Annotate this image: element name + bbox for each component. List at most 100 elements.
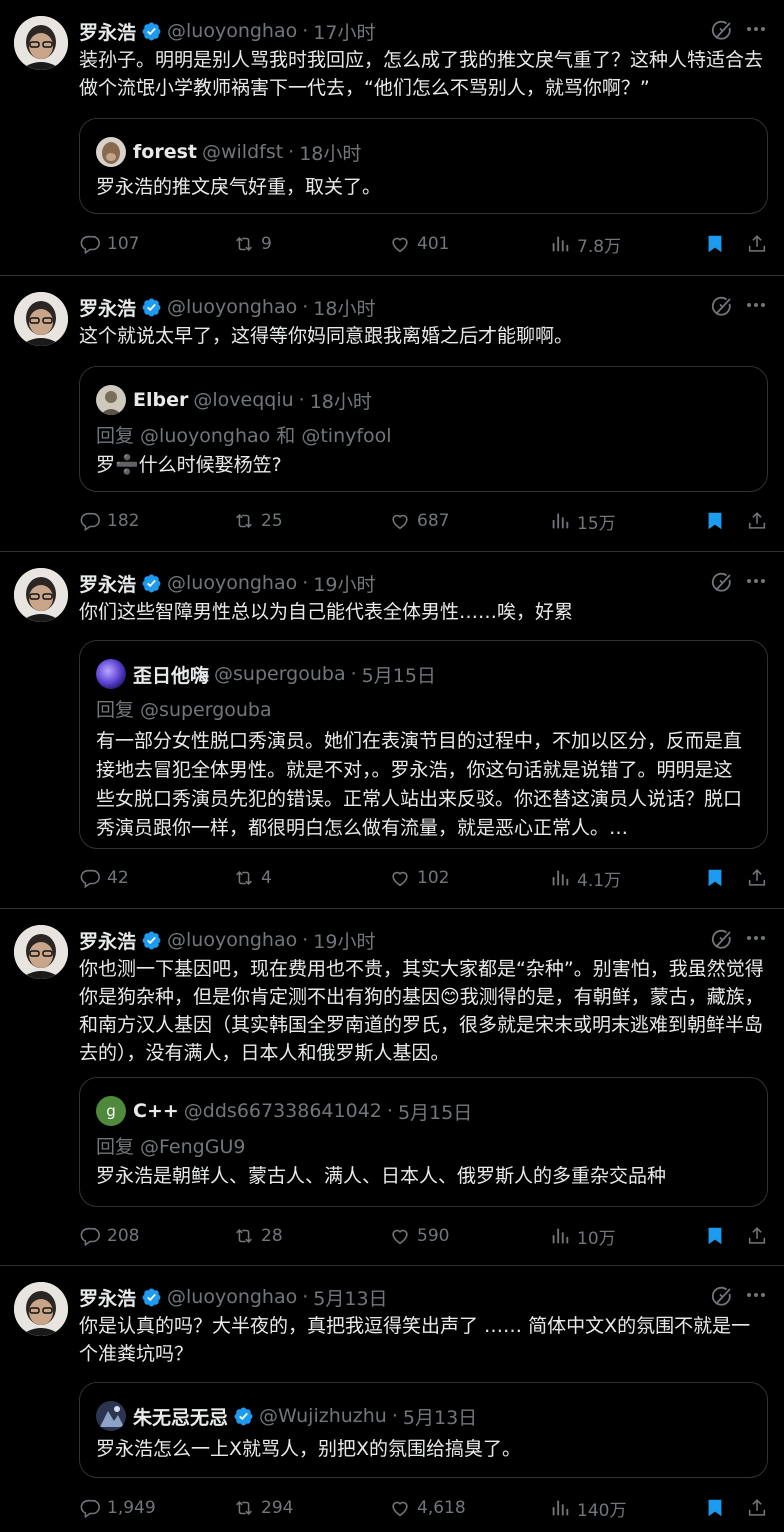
views-icon <box>552 236 569 252</box>
quote-author-handle: @wildfst <box>201 141 284 163</box>
more-icon[interactable] <box>744 1283 768 1307</box>
retweet-button[interactable]: 4 <box>233 863 272 893</box>
bookmark-icon <box>708 1227 722 1245</box>
views-button[interactable]: 15万 <box>549 506 616 536</box>
grok-icon[interactable] <box>710 571 734 595</box>
grok-icon[interactable] <box>710 19 734 43</box>
quote-avatar <box>96 1401 126 1431</box>
quote-author-name: forest <box>133 141 197 163</box>
like-button[interactable]: 401 <box>389 229 449 259</box>
bookmark-button[interactable] <box>704 1221 726 1251</box>
tweet[interactable]: 罗永浩 @luoyonghao · 5月13日 你是认真的吗？大半夜的，真把我逗… <box>0 1266 784 1532</box>
like-button[interactable]: 4,618 <box>389 1493 466 1523</box>
views-button[interactable]: 10万 <box>549 1221 616 1251</box>
views-button[interactable]: 7.8万 <box>549 229 621 259</box>
tweet[interactable]: 罗永浩 @luoyonghao · 18小时 这个就说太早了，这得等你妈同意跟我… <box>0 276 784 552</box>
svg-text:g: g <box>106 1102 116 1120</box>
quoted-tweet[interactable]: 歪日他嗨 @supergouba · 5月15日 回复 @supergouba … <box>79 640 768 849</box>
bookmark-icon <box>708 1499 722 1517</box>
retweet-button[interactable]: 28 <box>233 1221 283 1251</box>
retweet-button[interactable]: 294 <box>233 1493 293 1523</box>
quote-author-name: Elber <box>133 389 189 411</box>
share-button[interactable] <box>746 1221 768 1251</box>
views-button[interactable]: 4.1万 <box>549 863 621 893</box>
bookmark-button[interactable] <box>704 1493 726 1523</box>
heart-icon <box>392 1229 408 1245</box>
views-icon <box>552 513 569 529</box>
share-button[interactable] <box>746 229 768 259</box>
author-name[interactable]: 罗永浩 <box>79 570 136 597</box>
timestamp[interactable]: 17小时 <box>313 18 375 45</box>
quote-timestamp: 18小时 <box>299 142 362 165</box>
tweet-text: 你们这些智障男性总以为自己能代表全体男性……唉，好累 <box>79 601 574 623</box>
more-icon[interactable] <box>744 293 768 317</box>
separator-dot: · <box>350 663 357 685</box>
views-icon <box>552 870 569 886</box>
reply-button[interactable]: 107 <box>79 229 139 259</box>
quote-avatar: g <box>96 1096 126 1126</box>
grok-icon[interactable] <box>710 1285 734 1309</box>
author-handle[interactable]: @luoyonghao <box>167 929 297 951</box>
retweet-button[interactable]: 9 <box>233 229 272 259</box>
quoted-tweet[interactable]: g C++ @dds667338641042 · 5月15日 回复 @FengG… <box>79 1077 768 1207</box>
timestamp[interactable]: 19小时 <box>313 570 375 597</box>
retweet-button[interactable]: 25 <box>233 506 283 536</box>
share-button[interactable] <box>746 1493 768 1523</box>
like-button[interactable]: 590 <box>389 1221 449 1251</box>
timestamp[interactable]: 5月13日 <box>313 1284 387 1311</box>
quoted-tweet[interactable]: forest @wildfst · 18小时 罗永浩的推文戾气好重，取关了。 <box>79 118 768 214</box>
author-name[interactable]: 罗永浩 <box>79 1284 136 1311</box>
author-name[interactable]: 罗永浩 <box>79 18 136 45</box>
separator-dot: · <box>302 296 309 318</box>
retweet-icon <box>236 513 252 529</box>
author-handle[interactable]: @luoyonghao <box>167 296 297 318</box>
tweet[interactable]: 罗永浩 @luoyonghao · 19小时 你也测一下基因吧，现在费用也不贵，… <box>0 909 784 1266</box>
share-button[interactable] <box>746 863 768 893</box>
timestamp[interactable]: 19小时 <box>313 927 375 954</box>
reply-count: 42 <box>107 868 129 888</box>
tweet[interactable]: 罗永浩 @luoyonghao · 17小时 装孙子。明明是别人骂我时我回应，怎… <box>0 0 784 276</box>
more-icon[interactable] <box>744 569 768 593</box>
avatar[interactable] <box>14 1282 68 1336</box>
reply-button[interactable]: 208 <box>79 1221 139 1251</box>
retweet-icon <box>236 870 252 886</box>
quote-avatar <box>96 659 126 689</box>
quoted-tweet[interactable]: Elber @loveqqiu · 18小时 回复 @luoyonghao 和 … <box>79 366 768 492</box>
like-button[interactable]: 687 <box>389 506 449 536</box>
verified-badge-icon <box>141 1287 162 1308</box>
reply-button[interactable]: 1,949 <box>79 1493 156 1523</box>
bookmark-button[interactable] <box>704 863 726 893</box>
quoted-tweet[interactable]: 朱无忌无忌 @Wujizhuzhu · 5月13日 罗永浩怎么一上X就骂人，别把… <box>79 1382 768 1478</box>
avatar[interactable] <box>14 925 68 979</box>
reply-button[interactable]: 42 <box>79 863 129 893</box>
reply-icon <box>80 1227 100 1247</box>
reply-icon <box>80 1499 100 1519</box>
reply-button[interactable]: 182 <box>79 506 139 536</box>
tweet-text: 这个就说太早了，这得等你妈同意跟我离婚之后才能聊啊。 <box>79 325 574 347</box>
share-button[interactable] <box>746 506 768 536</box>
quote-reply-context: 回复 @supergouba <box>96 699 272 721</box>
bookmark-button[interactable] <box>704 229 726 259</box>
views-button[interactable]: 140万 <box>549 1493 626 1523</box>
avatar[interactable] <box>14 568 68 622</box>
tweet-text: 装孙子。明明是别人骂我时我回应，怎么成了我的推文戾气重了？这种人特适合去做个流氓… <box>79 49 764 99</box>
author-name[interactable]: 罗永浩 <box>79 294 136 321</box>
quote-author-name: 朱无忌无忌 <box>133 1406 229 1429</box>
avatar[interactable] <box>14 16 68 70</box>
author-handle[interactable]: @luoyonghao <box>167 20 297 42</box>
action-bar: 182 25 687 15万 <box>79 506 770 536</box>
tweet-text: 你也测一下基因吧，现在费用也不贵，其实大家都是“杂种”。别害怕，我虽然觉得你是狗… <box>79 958 764 1064</box>
grok-icon[interactable] <box>710 295 734 319</box>
quote-timestamp: 5月15日 <box>397 1101 473 1124</box>
more-icon[interactable] <box>744 17 768 41</box>
grok-icon[interactable] <box>710 928 734 952</box>
timestamp[interactable]: 18小时 <box>313 294 375 321</box>
avatar[interactable] <box>14 292 68 346</box>
author-handle[interactable]: @luoyonghao <box>167 572 297 594</box>
like-button[interactable]: 102 <box>389 863 449 893</box>
bookmark-button[interactable] <box>704 506 726 536</box>
author-name[interactable]: 罗永浩 <box>79 927 136 954</box>
more-icon[interactable] <box>744 926 768 950</box>
author-handle[interactable]: @luoyonghao <box>167 1286 297 1308</box>
tweet[interactable]: 罗永浩 @luoyonghao · 19小时 你们这些智障男性总以为自己能代表全… <box>0 552 784 909</box>
